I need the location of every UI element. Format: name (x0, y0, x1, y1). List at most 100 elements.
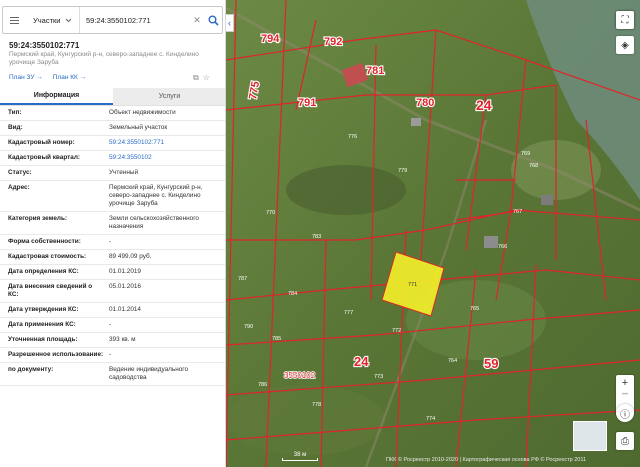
parcel-label-790: 790 (244, 324, 253, 330)
row-value: Учтенный (109, 169, 139, 176)
row-value: - (109, 351, 112, 358)
table-row: Дата применения КС: - (0, 318, 225, 333)
row-label: Вид: (8, 124, 23, 131)
row-label: Дата утверждения КС: (8, 306, 79, 313)
parcel-label-766: 766 (498, 244, 507, 250)
parcel-title: 59:24:3550102:771 (9, 41, 80, 50)
star-icon[interactable]: ☆ (203, 73, 210, 83)
parcel-label-770: 770 (266, 210, 275, 216)
table-row: Форма собственности: - (0, 235, 225, 250)
parcel-label-768: 768 (529, 163, 538, 169)
row-label: Форма собственности: (8, 238, 81, 245)
parcel-label-59: 59 (484, 356, 498, 371)
parcel-label-777: 777 (344, 310, 353, 316)
tabs: Информация Услуги (0, 88, 225, 106)
search-input[interactable] (80, 8, 190, 32)
parcel-label-771: 771 (408, 282, 417, 288)
parcel-label-778: 778 (312, 402, 321, 408)
row-value: 01.01.2014 (109, 306, 141, 313)
plan-links: План ЗУ → План КК → (9, 74, 86, 81)
row-value: Ведение индивидуального садоводства (109, 366, 189, 381)
row-label: Кадастровый номер: (8, 139, 75, 146)
table-row: Уточненная площадь: 393 кв. м (0, 333, 225, 348)
plan-kk-link[interactable]: План КК → (53, 74, 86, 81)
copy-icon[interactable]: ⧉ (193, 73, 199, 83)
zoom-in-button[interactable]: + (622, 377, 628, 389)
table-row: Кадастровый номер: 59:24:3550102:771 (0, 136, 225, 151)
row-value: 05.01.2016 (109, 283, 141, 290)
search-bar: Участки ✕ (2, 6, 223, 34)
table-row: по документу: Ведение индивидуального сад… (0, 363, 225, 386)
table-row: Дата определения КС: 01.01.2019 (0, 265, 225, 280)
scale-bar: 38 м (282, 452, 318, 461)
parcel-label-24: 24 (476, 97, 492, 113)
parcel-label-772: 772 (392, 328, 401, 334)
parcel-label-794: 794 (261, 33, 280, 45)
row-value: Земельный участок (109, 124, 168, 131)
table-row: Статус: Учтенный (0, 166, 225, 181)
row-label: Дата определения КС: (8, 268, 79, 275)
row-value: - (109, 321, 112, 328)
row-label: Дата применения КС: (8, 321, 76, 328)
parcel-label-24b: 24 (354, 354, 369, 369)
row-label: Разрешенное использование: (8, 351, 104, 358)
map-view[interactable]: 794 792 781 791 780 24 775 59 24 3550102… (226, 0, 640, 467)
table-row: Разрешенное использование: - (0, 348, 225, 363)
collapse-panel-icon[interactable]: ‹ (226, 14, 234, 32)
scale-line (282, 458, 318, 461)
parcel-label-774: 774 (426, 416, 435, 422)
fullscreen-icon[interactable]: ⛶ (616, 11, 634, 29)
parcel-label-784: 784 (288, 291, 297, 297)
parcel-label-791: 791 (298, 97, 316, 109)
row-value: 01.01.2019 (109, 268, 141, 275)
zoom-divider: ••• (621, 392, 629, 398)
row-value: - (109, 238, 112, 245)
menu-icon[interactable] (3, 7, 25, 33)
parcel-label-779: 779 (398, 168, 407, 174)
row-label: Кадастровая стоимость: (8, 253, 87, 260)
search-type-label: Участки (33, 15, 61, 25)
info-panel: Участки ✕ 59:24:3550102:771 Пермский кра… (0, 0, 226, 467)
row-label: Уточненная площадь: (8, 336, 78, 343)
table-row: Кадастровая стоимость: 89 499,09 руб. (0, 250, 225, 265)
info-icon[interactable]: ⓘ (616, 404, 634, 422)
row-label: по документу: (8, 366, 54, 373)
row-value: Земли сельскохозяйственного назначения (109, 215, 199, 230)
parcel-label-786: 786 (258, 382, 267, 388)
print-icon[interactable]: ⎙ (616, 432, 634, 450)
table-row: Дата утверждения КС: 01.01.2014 (0, 303, 225, 318)
row-label: Кадастровый квартал: (8, 154, 81, 161)
parcel-label-773: 773 (374, 374, 383, 380)
parcel-label-783: 783 (312, 234, 321, 240)
parcel-address: Пермский край, Кунгурский р-н, северо-за… (9, 51, 199, 66)
tab-services[interactable]: Услуги (113, 88, 225, 105)
table-row: Дата внесения сведений о КС: 05.01.2016 (0, 280, 225, 303)
parcel-label-769: 769 (521, 151, 530, 157)
copyright-text: ПКК © Росреестр 2010-2020 | Картографиче… (386, 457, 587, 463)
search-type-select[interactable]: Участки (25, 7, 80, 33)
row-label: Тип: (8, 109, 22, 116)
layers-icon[interactable]: ◈ (616, 36, 634, 54)
cadastral-quarter-link[interactable]: 59:24:3550102 (104, 154, 225, 162)
table-row: Тип: Объект недвижимости (0, 106, 225, 121)
parcel-label-787: 787 (238, 276, 247, 282)
parcel-label-764: 764 (448, 358, 457, 364)
row-value: 393 кв. м (109, 336, 136, 343)
table-row: Вид: Земельный участок (0, 121, 225, 136)
row-label: Адрес: (8, 184, 30, 191)
table-row: Адрес: Пермский край, Кунгурский р-н, сев… (0, 181, 225, 212)
plan-zu-link[interactable]: План ЗУ → (9, 74, 43, 81)
row-label: Статус: (8, 169, 32, 176)
tab-information[interactable]: Информация (0, 88, 113, 105)
search-icon[interactable] (204, 8, 222, 32)
clear-icon[interactable]: ✕ (190, 15, 204, 26)
parcel-label-781: 781 (366, 65, 384, 77)
attribute-table: Тип: Объект недвижимости Вид: Земельный уч… (0, 106, 225, 386)
minimap[interactable] (573, 421, 607, 451)
cadastral-number-link[interactable]: 59:24:3550102:771 (104, 139, 225, 147)
row-value: 89 499,09 руб. (109, 253, 152, 260)
parcel-label-792: 792 (324, 36, 342, 48)
row-label: Категория земель: (8, 215, 67, 222)
quarter-label: 3550102 (284, 371, 316, 380)
table-row: Категория земель: Земли сельскохозяйствен… (0, 212, 225, 235)
